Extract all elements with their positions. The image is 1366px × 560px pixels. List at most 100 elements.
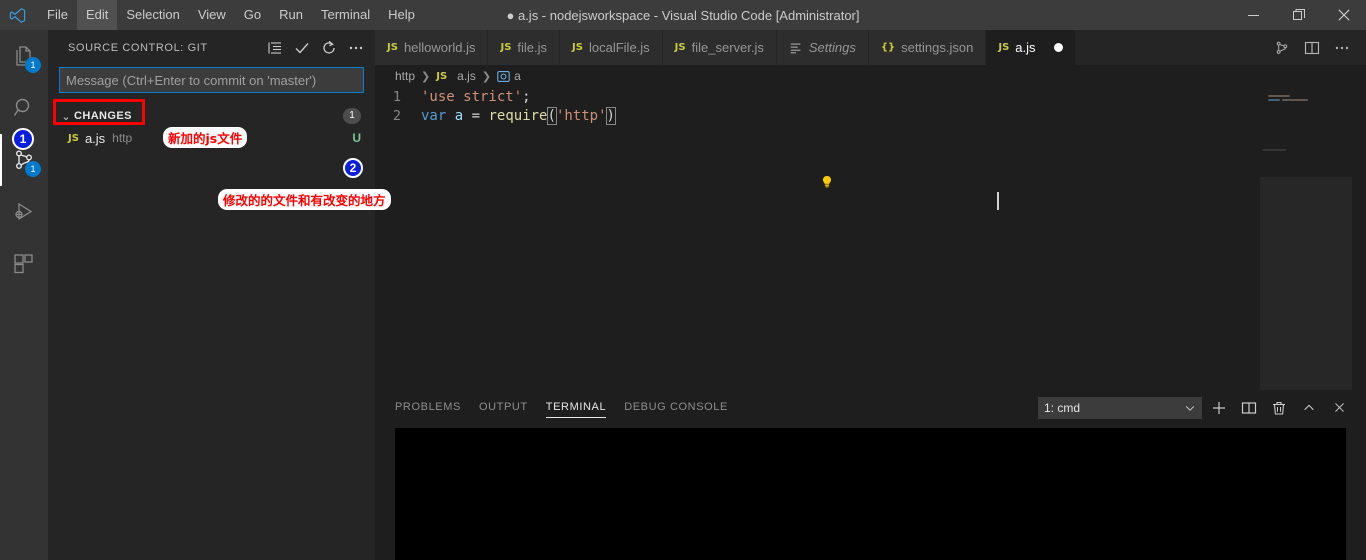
minimap-slider[interactable] [1260,177,1352,410]
breadcrumb: http ❯ JS a.js ❯ a [375,65,1366,87]
code-editor[interactable]: 1 'use strict'; 2 var a = require('http'… [375,87,1366,410]
kill-terminal-icon[interactable] [1266,395,1292,421]
editor-tab-bar: JS helloworld.js JS file.js JS localFile… [375,30,1366,65]
text-cursor [997,192,999,210]
menu-item-go[interactable]: Go [235,0,270,30]
sidebar-header: SOURCE CONTROL: GIT [48,30,375,65]
title-bar: File Edit Selection View Go Run Terminal… [0,0,1366,30]
code-line-content: var a = require('http') [421,106,617,125]
editor-vertical-scrollbar[interactable] [1352,87,1366,410]
commit-check-icon[interactable] [291,37,313,59]
breadcrumb-item-folder[interactable]: http [395,69,415,83]
commit-message-input[interactable] [59,67,364,93]
tab-terminal[interactable]: TERMINAL [545,390,607,425]
changes-count-badge: 1 [343,108,361,124]
terminal-select-value: 1: cmd [1044,400,1081,415]
json-file-icon: {} [880,42,896,53]
js-file-icon: JS [674,42,686,53]
code-line-1: 1 'use strict'; [375,87,1366,106]
editor-more-actions-icon[interactable] [1328,30,1356,65]
js-file-icon: JS [436,70,448,82]
menu-item-file[interactable]: File [38,0,77,30]
sidebar-actions [264,37,367,59]
view-as-tree-icon[interactable] [264,37,286,59]
vscode-window: File Edit Selection View Go Run Terminal… [0,0,1366,560]
lightbulb-code-action-icon[interactable] [820,175,834,189]
menu-item-help[interactable]: Help [379,0,424,30]
more-actions-icon[interactable] [345,37,367,59]
changes-section-header[interactable]: ⌄ CHANGES 1 [48,105,375,127]
breadcrumb-file-label: a.js [457,69,476,83]
tab-output[interactable]: OUTPUT [479,390,528,425]
split-editor-icon[interactable] [1298,30,1326,65]
source-control-editor-icon[interactable] [1268,30,1296,65]
activitybar-item-run-debug[interactable] [0,186,48,238]
breadcrumb-item-symbol[interactable]: a [497,69,521,83]
menu-item-view[interactable]: View [189,0,235,30]
activity-bar: 1 1 [0,30,48,560]
tab-problems[interactable]: PROBLEMS [395,390,461,425]
activitybar-item-explorer[interactable]: 1 [0,30,48,82]
tab-label: settings.json [901,40,974,55]
commit-message-box [48,67,375,93]
menu-bar[interactable]: File Edit Selection View Go Run Terminal… [38,0,424,30]
sidebar-title: SOURCE CONTROL: GIT [68,41,208,54]
minimize-icon[interactable] [1231,0,1276,30]
tab-label: localFile.js [588,40,650,55]
js-file-icon: JS [387,42,398,53]
panel-actions: 1: cmd [1038,395,1366,421]
vscode-logo-icon [0,0,34,30]
js-file-icon: JS [998,42,1010,53]
change-file-status: U [352,131,361,145]
settings-list-icon [789,41,803,55]
close-panel-icon[interactable] [1326,395,1352,421]
tab-settings-json[interactable]: {} settings.json [868,30,987,65]
activitybar-item-extensions[interactable] [0,238,48,290]
menu-item-terminal[interactable]: Terminal [312,0,379,30]
code-line-2: 2 var a = require('http') [375,106,1366,125]
tab-file-server-js[interactable]: JS file_server.js [662,30,777,65]
new-terminal-icon[interactable] [1206,395,1232,421]
window-controls [1231,0,1366,30]
split-terminal-icon[interactable] [1236,395,1262,421]
tab-settings[interactable]: Settings [776,30,869,65]
tab-localfile-js[interactable]: JS localFile.js [560,30,663,65]
tab-label: a.js [1015,40,1036,55]
sidebar-source-control: SOURCE CONTROL: GIT Message (Ctrl+Enter … [48,30,375,560]
bottom-panel: PROBLEMS OUTPUT TERMINAL DEBUG CONSOLE 1… [375,390,1366,560]
activitybar-item-search[interactable] [0,82,48,134]
restore-icon[interactable] [1276,0,1321,30]
tab-a-js[interactable]: JS a.js [986,30,1076,65]
line-number: 2 [392,107,401,124]
menu-item-selection[interactable]: Selection [117,0,188,30]
changes-label: CHANGES [74,110,132,122]
annotation-circle-1: 1 [12,128,34,150]
annotation-text-new-js-file: 新加的js文件 [163,127,248,148]
tab-label: file_server.js [691,40,764,55]
chevron-right-icon: ❯ [421,70,431,83]
tab-debug-console[interactable]: DEBUG CONSOLE [624,390,728,425]
tab-dirty-indicator-icon[interactable] [1053,43,1063,52]
tab-label: Settings [808,40,856,55]
editor-tab-actions [1268,30,1366,65]
chevron-right-icon: ❯ [481,70,492,83]
close-icon[interactable] [1321,0,1366,30]
js-file-icon: JS [68,132,79,144]
annotation-text-modified-files: 修改的的文件和有改变的地方 [218,189,391,210]
chevron-down-icon: ⌄ [61,110,71,123]
refresh-icon[interactable] [318,37,340,59]
js-file-icon: JS [572,42,583,53]
breadcrumb-symbol-label: a [514,69,521,83]
change-file-name: a.js [84,130,106,146]
tab-file-js[interactable]: JS file.js [488,30,561,65]
maximize-panel-icon[interactable] [1296,395,1322,421]
menu-item-run[interactable]: Run [270,0,312,30]
line-number: 1 [392,88,401,105]
js-file-icon: JS [500,42,512,53]
panel-tab-bar: PROBLEMS OUTPUT TERMINAL DEBUG CONSOLE 1… [375,390,1366,425]
menu-item-edit[interactable]: Edit [76,0,118,30]
tab-helloworld-js[interactable]: JS helloworld.js [375,30,489,65]
terminal-output[interactable] [395,428,1346,560]
breadcrumb-item-file[interactable]: JS a.js [436,69,476,83]
terminal-select[interactable]: 1: cmd [1038,396,1202,419]
